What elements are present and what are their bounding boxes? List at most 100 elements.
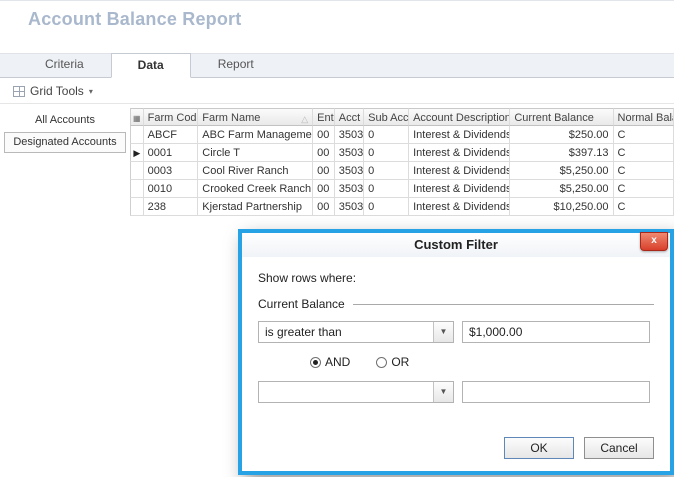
table-cell[interactable]: 0 [364, 126, 409, 144]
radio-or-circle[interactable] [376, 357, 387, 368]
table-cell[interactable]: 00 [313, 198, 335, 216]
table-cell[interactable]: 238 [144, 198, 199, 216]
table-cell[interactable]: C [614, 180, 674, 198]
column-header[interactable]: Farm Code [144, 108, 199, 126]
table-cell[interactable]: C [614, 144, 674, 162]
sidebar-item-all-accounts[interactable]: All Accounts [4, 111, 126, 130]
grid-toolbar: Grid Tools ▾ [0, 79, 674, 104]
tab-strip: Criteria Data Report [0, 53, 674, 78]
table-cell[interactable]: ABC Farm Management [198, 126, 313, 144]
filter-row-1: is greater than ▼ [258, 321, 654, 343]
table-cell[interactable]: C [614, 126, 674, 144]
table-row[interactable]: 238Kjerstad Partnership0035030Interest &… [130, 198, 674, 216]
radio-or-label: OR [391, 355, 409, 369]
chevron-down-icon[interactable]: ▼ [433, 382, 453, 402]
table-cell[interactable]: 3503 [335, 198, 364, 216]
tab-data[interactable]: Data [111, 53, 191, 78]
table-cell[interactable]: 3503 [335, 180, 364, 198]
table-cell[interactable]: 0 [364, 198, 409, 216]
row-indicator-cell [130, 180, 144, 198]
radio-and[interactable]: AND [310, 355, 350, 369]
row-indicator-cell [130, 126, 144, 144]
column-header[interactable]: Ent [313, 108, 335, 126]
value1-input[interactable] [462, 321, 650, 343]
table-cell[interactable]: C [614, 162, 674, 180]
field-group-header: Current Balance [258, 297, 654, 311]
accounts-grid: ▦Farm CodeFarm Name△EntAcctSub AcctAccou… [130, 108, 674, 216]
radio-or[interactable]: OR [376, 355, 409, 369]
page-title: Account Balance Report [28, 9, 241, 30]
table-cell[interactable]: 0 [364, 162, 409, 180]
dialog-buttons: OK Cancel [504, 437, 654, 459]
show-rows-label: Show rows where: [258, 271, 654, 285]
sort-ascending-icon: △ [301, 112, 308, 126]
table-cell[interactable]: 0003 [144, 162, 199, 180]
table-cell[interactable]: $250.00 [510, 126, 613, 144]
cancel-button[interactable]: Cancel [584, 437, 654, 459]
condition2-select[interactable]: ▼ [258, 381, 454, 403]
table-cell[interactable]: Interest & Dividends [409, 180, 510, 198]
column-header[interactable]: Sub Acct [364, 108, 409, 126]
close-icon[interactable]: x [640, 232, 668, 251]
grid-tools-button[interactable]: Grid Tools ▾ [6, 81, 100, 101]
table-cell[interactable]: 00 [313, 144, 335, 162]
table-cell[interactable]: 3503 [335, 144, 364, 162]
table-cell[interactable]: C [614, 198, 674, 216]
table-cell[interactable]: Interest & Dividends [409, 126, 510, 144]
table-cell[interactable]: Circle T [198, 144, 313, 162]
dialog-body: Show rows where: Current Balance is grea… [242, 257, 670, 471]
row-indicator-cell: ▶ [130, 144, 144, 162]
table-row[interactable]: 0010Crooked Creek Ranch0035030Interest &… [130, 180, 674, 198]
grid-header-row: ▦Farm CodeFarm Name△EntAcctSub AcctAccou… [130, 108, 674, 126]
condition1-select[interactable]: is greater than ▼ [258, 321, 454, 343]
column-header[interactable]: Acct [335, 108, 364, 126]
table-cell[interactable]: 0 [364, 180, 409, 198]
chevron-down-icon: ▾ [89, 87, 93, 96]
radio-and-label: AND [325, 355, 350, 369]
column-header[interactable]: Normal Balance [614, 108, 674, 126]
column-header[interactable]: Account Description [409, 108, 510, 126]
table-row[interactable]: ▶0001Circle T0035030Interest & Dividends… [130, 144, 674, 162]
custom-filter-dialog: Custom Filter x Show rows where: Current… [238, 229, 674, 475]
table-cell[interactable]: 00 [313, 126, 335, 144]
column-header[interactable]: Current Balance [510, 108, 613, 126]
column-header[interactable]: Farm Name△ [198, 108, 313, 126]
table-cell[interactable]: 0 [364, 144, 409, 162]
table-cell[interactable]: Interest & Dividends [409, 144, 510, 162]
tab-criteria[interactable]: Criteria [18, 52, 111, 77]
table-cell[interactable]: Kjerstad Partnership [198, 198, 313, 216]
condition1-value: is greater than [265, 325, 342, 339]
value2-input[interactable] [462, 381, 650, 403]
grid-selector-icon: ▦ [133, 114, 141, 123]
table-cell[interactable]: Interest & Dividends [409, 198, 510, 216]
table-cell[interactable]: 3503 [335, 126, 364, 144]
tab-report[interactable]: Report [191, 52, 281, 77]
grid-icon [13, 86, 25, 97]
table-cell[interactable]: $5,250.00 [510, 180, 613, 198]
chevron-down-icon[interactable]: ▼ [433, 322, 453, 342]
radio-and-circle[interactable] [310, 357, 321, 368]
row-indicator-cell [130, 162, 144, 180]
table-cell[interactable]: $5,250.00 [510, 162, 613, 180]
table-cell[interactable]: Crooked Creek Ranch [198, 180, 313, 198]
table-row[interactable]: 0003Cool River Ranch0035030Interest & Di… [130, 162, 674, 180]
sidebar-item-designated-accounts[interactable]: Designated Accounts [4, 132, 126, 153]
table-cell[interactable]: $397.13 [510, 144, 613, 162]
table-cell[interactable]: Interest & Dividends [409, 162, 510, 180]
table-cell[interactable]: Cool River Ranch [198, 162, 313, 180]
ok-button[interactable]: OK [504, 437, 574, 459]
operator-radio-group: AND OR [310, 355, 654, 369]
field-label: Current Balance [258, 297, 345, 311]
table-cell[interactable]: $10,250.00 [510, 198, 613, 216]
table-cell[interactable]: 3503 [335, 162, 364, 180]
row-indicator-header: ▦ [130, 108, 144, 126]
table-cell[interactable]: 00 [313, 162, 335, 180]
table-cell[interactable]: 0010 [144, 180, 199, 198]
table-cell[interactable]: ABCF [144, 126, 199, 144]
table-cell[interactable]: 0001 [144, 144, 199, 162]
table-cell[interactable]: 00 [313, 180, 335, 198]
filter-row-2: ▼ [258, 381, 654, 403]
row-indicator-cell [130, 198, 144, 216]
dialog-titlebar[interactable]: Custom Filter x [242, 233, 670, 257]
table-row[interactable]: ABCFABC Farm Management0035030Interest &… [130, 126, 674, 144]
